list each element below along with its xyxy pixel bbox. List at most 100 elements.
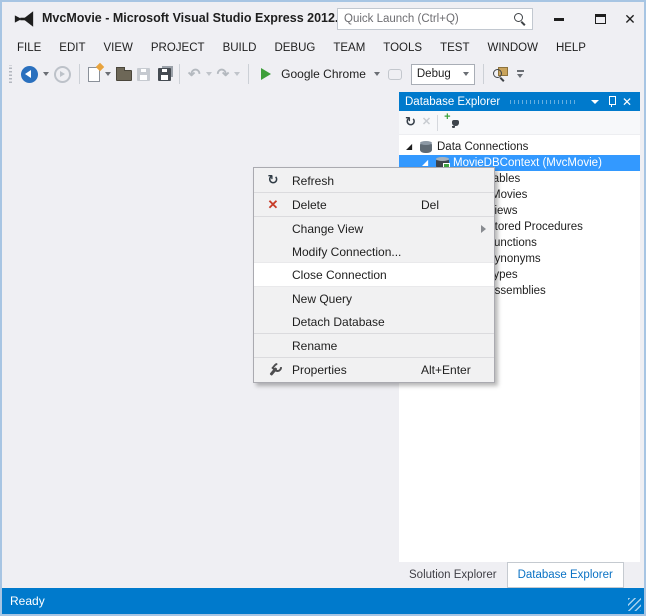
attach-icon: [387, 68, 402, 80]
refresh-icon[interactable]: ↻: [405, 116, 416, 129]
menu-item-new-query[interactable]: New Query: [254, 287, 494, 310]
window-title: MvcMovie - Microsoft Visual Studio Expre…: [42, 11, 346, 25]
menu-item-properties[interactable]: Properties Alt+Enter: [254, 358, 494, 381]
new-item-dropdown[interactable]: [105, 72, 111, 76]
delete-icon: ✕: [421, 116, 432, 128]
toolbar-separator: [179, 64, 180, 84]
undo-dropdown: [205, 72, 212, 76]
menu-item-close-connection[interactable]: Close Connection: [254, 263, 494, 286]
database-explorer-toolbar: ↻ ✕: [399, 111, 640, 135]
expand-arrow-icon[interactable]: ◢: [406, 143, 420, 151]
delete-icon: ✕: [267, 197, 279, 212]
standard-toolbar: ↶ ↷ Google Chrome Debug: [2, 59, 644, 89]
menu-project[interactable]: PROJECT: [142, 38, 214, 58]
title-bar: MvcMovie - Microsoft Visual Studio Expre…: [2, 2, 644, 35]
navigate-back-icon[interactable]: [21, 65, 38, 83]
quick-launch-box[interactable]: [337, 8, 533, 30]
panel-pin-button[interactable]: [603, 94, 619, 110]
save-icon: [137, 67, 150, 81]
menu-window[interactable]: WINDOW: [478, 38, 546, 58]
quick-launch-input[interactable]: [338, 13, 513, 25]
menu-item-modify-connection[interactable]: Modify Connection...: [254, 240, 494, 263]
menu-build[interactable]: BUILD: [214, 38, 266, 58]
toolbar-separator: [248, 64, 250, 84]
tab-database-explorer[interactable]: Database Explorer: [506, 562, 624, 588]
overflow-bar: [516, 70, 524, 72]
menu-help[interactable]: HELP: [547, 38, 595, 58]
menu-tools[interactable]: TOOLS: [374, 38, 431, 58]
expand-arrow-icon[interactable]: ◢: [422, 159, 436, 167]
pin-icon: [607, 95, 616, 108]
panel-close-button[interactable]: ✕: [619, 94, 635, 110]
solution-config-caret: [462, 72, 469, 76]
visual-studio-logo-icon: [14, 11, 34, 27]
save-all-icon[interactable]: [158, 67, 171, 81]
new-item-icon[interactable]: [88, 66, 100, 82]
menu-view[interactable]: VIEW: [95, 38, 142, 58]
close-button[interactable]: ✕: [617, 8, 643, 30]
minimize-button[interactable]: [546, 8, 572, 30]
navigate-back-dropdown[interactable]: [43, 72, 49, 76]
redo-dropdown: [234, 72, 241, 76]
menu-item-delete[interactable]: ✕ Delete Del: [254, 193, 494, 216]
solution-config-value: Debug: [416, 68, 451, 80]
toolbar-separator: [482, 64, 484, 84]
start-debug-icon[interactable]: [261, 68, 272, 80]
shortcut-label: Del: [421, 197, 440, 212]
close-icon: ✕: [624, 11, 636, 27]
menu-bar: FILE EDIT VIEW PROJECT BUILD DEBUG TEAM …: [2, 36, 644, 59]
vs-window: MvcMovie - Microsoft Visual Studio Expre…: [0, 0, 646, 616]
close-icon: ✕: [621, 94, 633, 109]
panel-menu-button[interactable]: [587, 94, 603, 110]
search-icon: [492, 68, 506, 82]
tool-window-tab-strip: Solution Explorer Database Explorer: [399, 562, 644, 588]
tree-item-label: Assemblies: [487, 285, 546, 297]
menu-item-detach-database[interactable]: Detach Database: [254, 310, 494, 333]
chevron-down-icon: [591, 99, 599, 104]
menu-item-refresh[interactable]: ↻ Refresh: [254, 169, 494, 192]
refresh-icon: ↻: [267, 173, 279, 188]
menu-edit[interactable]: EDIT: [50, 38, 94, 58]
overflow-caret: [517, 73, 524, 78]
status-bar: Ready: [2, 588, 644, 614]
panel-title: Database Explorer: [405, 95, 501, 108]
resize-grip[interactable]: [628, 598, 641, 611]
toolbar-drag-handle[interactable]: [9, 65, 12, 83]
tree-item-label: Data Connections: [437, 141, 529, 153]
submenu-arrow-icon: [481, 224, 486, 233]
undo-icon: ↶: [188, 65, 201, 83]
status-text: Ready: [10, 594, 45, 608]
toolbar-overflow-button[interactable]: [516, 70, 524, 78]
menu-debug[interactable]: DEBUG: [265, 38, 324, 58]
redo-icon: ↷: [216, 65, 230, 83]
toolbar-separator: [437, 114, 439, 131]
navigate-forward-icon: [54, 65, 71, 83]
run-target-label[interactable]: Google Chrome: [281, 67, 366, 81]
find-in-files-icon[interactable]: [492, 66, 508, 82]
tree-item-label: Stored Procedures: [487, 221, 583, 233]
tree-item-label: Movies: [491, 189, 528, 201]
open-file-icon[interactable]: [116, 67, 132, 81]
menu-test[interactable]: TEST: [431, 38, 478, 58]
connection-context-menu: ↻ Refresh ✕ Delete Del Change View Modif…: [253, 167, 495, 383]
search-icon: [513, 12, 527, 26]
wrench-icon: [254, 363, 292, 377]
maximize-icon: [594, 14, 606, 24]
menu-item-rename[interactable]: Rename: [254, 334, 494, 357]
connect-database-icon[interactable]: [444, 112, 461, 130]
shortcut-label: Alt+Enter: [421, 362, 471, 377]
tree-item-data-connections[interactable]: ◢ Data Connections: [399, 139, 640, 155]
database-stack-icon: [420, 140, 437, 153]
run-target-dropdown[interactable]: [373, 72, 380, 76]
menu-file[interactable]: FILE: [8, 38, 50, 58]
tab-solution-explorer[interactable]: Solution Explorer: [399, 562, 507, 588]
tree-item-label: Synonyms: [487, 253, 541, 265]
toolbar-separator: [79, 64, 80, 84]
database-explorer-header[interactable]: Database Explorer ✕: [399, 92, 640, 111]
minimize-icon: [554, 17, 564, 21]
solution-config-select[interactable]: Debug: [410, 63, 475, 85]
menu-item-change-view[interactable]: Change View: [254, 217, 494, 240]
maximize-button[interactable]: [587, 8, 613, 30]
panel-drag-texture[interactable]: [510, 99, 577, 104]
menu-team[interactable]: TEAM: [324, 38, 374, 58]
